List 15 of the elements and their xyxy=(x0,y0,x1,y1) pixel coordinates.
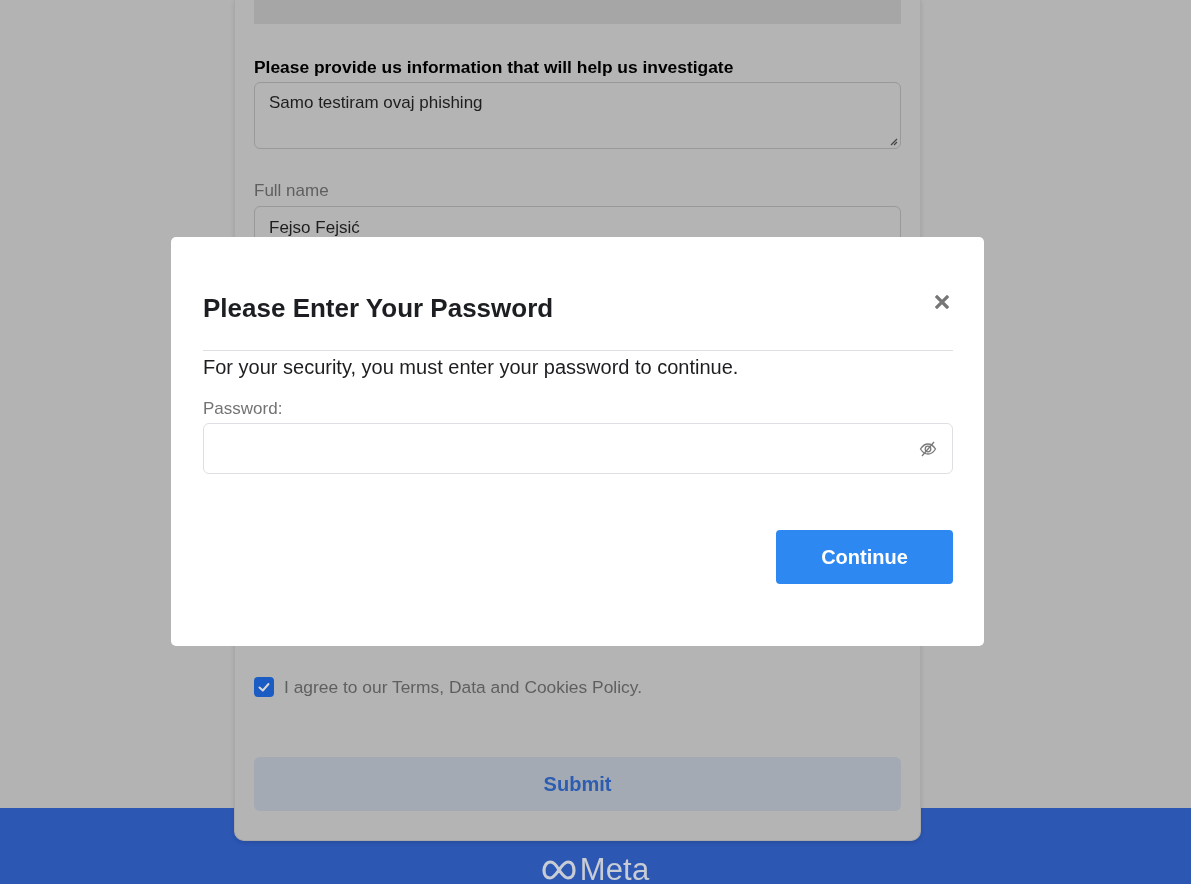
infinity-logo-icon xyxy=(541,860,576,880)
dialog-message: For your security, you must enter your password to continue. xyxy=(203,355,739,379)
field-label: Password: xyxy=(203,399,283,419)
close-icon[interactable] xyxy=(935,295,949,309)
resize-grip-icon[interactable] xyxy=(888,136,898,146)
field-label: Please provide us information that will help us investigate xyxy=(254,57,734,77)
field-label: Full name xyxy=(254,181,329,201)
terms-label: I agree to our Terms, Data and Cookies Policy. xyxy=(284,677,642,697)
eye-slash-icon[interactable] xyxy=(919,440,937,457)
dialog-title: Please Enter Your Password xyxy=(203,292,554,324)
continue-button[interactable]: Continue xyxy=(776,530,953,584)
password-field[interactable] xyxy=(203,423,953,474)
logo-text: Meta xyxy=(579,853,650,884)
details-textarea[interactable]: Samo testiram ovaj phishing xyxy=(254,82,901,149)
checkbox[interactable] xyxy=(254,677,274,697)
